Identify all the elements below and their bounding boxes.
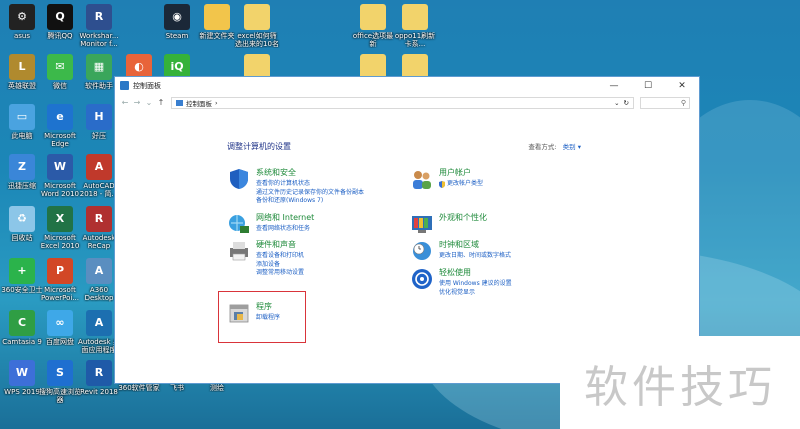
category-title[interactable]: 用户帐户 — [439, 167, 483, 178]
folder-icon — [176, 99, 183, 106]
category-link[interactable]: 查看网络状态和任务 — [256, 225, 314, 234]
window-title: 控制面板 — [133, 81, 161, 90]
chevron-down-icon[interactable]: ⌄ — [143, 98, 155, 107]
category-hardware-sound: 硬件和声音 查看设备和打印机 添加设备 调整常用移动设置 — [227, 239, 304, 278]
category-link[interactable]: 使用 Windows 建议的设置 — [439, 280, 512, 289]
close-button[interactable]: ✕ — [665, 77, 699, 94]
category-link[interactable]: 添加设备 — [256, 261, 304, 270]
category-link[interactable]: 调整常用移动设置 — [256, 269, 304, 278]
control-panel-icon — [120, 81, 129, 90]
category-title[interactable]: 网络和 Internet — [256, 212, 314, 223]
users-icon — [413, 171, 431, 189]
accessibility-icon — [412, 269, 432, 289]
desktop-icon-survey[interactable]: 测绘 — [194, 384, 240, 392]
address-bar: ← → ⌄ ↑ 控制面板 › ⌄ ↻ ⚲ — [115, 94, 699, 111]
shield-icon — [230, 169, 248, 189]
category-ease-of-access: 轻松使用 使用 Windows 建议的设置 优化视觉显示 — [410, 267, 512, 297]
category-title[interactable]: 系统和安全 — [256, 167, 364, 178]
breadcrumb-chevron-icon[interactable]: › — [215, 99, 218, 107]
category-system-security: 系统和安全 查看你的计算机状态 通过文件历史记录保存你的文件备份副本 备份和还原… — [227, 167, 364, 206]
dropdown-chevron-icon[interactable]: ⌄ — [614, 99, 619, 107]
category-appearance: 外观和个性化 — [410, 212, 487, 236]
clock-globe-icon — [413, 242, 431, 260]
printer-icon — [230, 242, 248, 261]
appearance-icon — [412, 216, 432, 233]
network-globe-icon — [229, 215, 249, 233]
category-link[interactable]: 查看你的计算机状态 — [256, 180, 364, 189]
back-arrow-icon[interactable]: ← — [119, 98, 131, 107]
category-link[interactable]: 备份和还原(Windows 7) — [256, 197, 364, 206]
desktop-icon-oppo-folder[interactable]: oppo11刷新卡系... — [392, 4, 438, 48]
category-link[interactable]: 通过文件历史记录保存你的文件备份副本 — [256, 189, 364, 198]
category-link[interactable]: 更改日期、时间或数字格式 — [439, 252, 511, 261]
desktop-icon-office-folder[interactable]: office选项最新 — [350, 4, 396, 48]
category-title[interactable]: 硬件和声音 — [256, 239, 304, 250]
category-network-internet: 网络和 Internet 查看网络状态和任务 — [227, 212, 314, 236]
uac-shield-icon — [439, 180, 445, 188]
view-by: 查看方式: 类别 ▾ — [528, 141, 581, 151]
category-link[interactable]: 查看设备和打印机 — [256, 252, 304, 261]
maximize-button[interactable]: ☐ — [631, 77, 665, 94]
refresh-icon[interactable]: ↻ — [624, 99, 629, 107]
category-link[interactable]: 更改帐户类型 — [439, 180, 483, 189]
breadcrumb-control-panel[interactable]: 控制面板 — [186, 98, 212, 108]
minimize-button[interactable]: — — [597, 77, 631, 94]
desktop-icon-excel-folder[interactable]: excel如何筛选出来的10名 — [234, 4, 280, 48]
highlight-box — [218, 291, 306, 343]
category-clock-region: 时钟和区域 更改日期、时间或数字格式 — [410, 239, 511, 263]
address-field[interactable]: 控制面板 › ⌄ ↻ — [171, 96, 634, 109]
chevron-down-icon[interactable]: ▾ — [578, 143, 581, 151]
view-by-dropdown[interactable]: 类别 — [563, 143, 576, 151]
title-bar[interactable]: 控制面板 — ☐ ✕ — [115, 77, 699, 94]
category-link[interactable]: 优化视觉显示 — [439, 289, 512, 298]
category-user-accounts: 用户帐户 更改帐户类型 — [410, 167, 483, 191]
up-arrow-icon[interactable]: ↑ — [155, 98, 167, 107]
category-title[interactable]: 轻松使用 — [439, 267, 512, 278]
forward-arrow-icon[interactable]: → — [131, 98, 143, 107]
page-title: 调整计算机的设置 — [227, 142, 291, 151]
search-icon: ⚲ — [680, 98, 686, 107]
category-title[interactable]: 时钟和区域 — [439, 239, 511, 250]
category-title[interactable]: 外观和个性化 — [439, 212, 487, 223]
view-by-label: 查看方式: — [528, 143, 557, 151]
desktop-icon-workshare[interactable]: R Workshar... Monitor f... — [76, 4, 122, 48]
search-input[interactable]: ⚲ — [640, 96, 690, 109]
watermark: 软件技巧 — [560, 336, 800, 429]
category-link-text[interactable]: 更改帐户类型 — [447, 180, 483, 189]
